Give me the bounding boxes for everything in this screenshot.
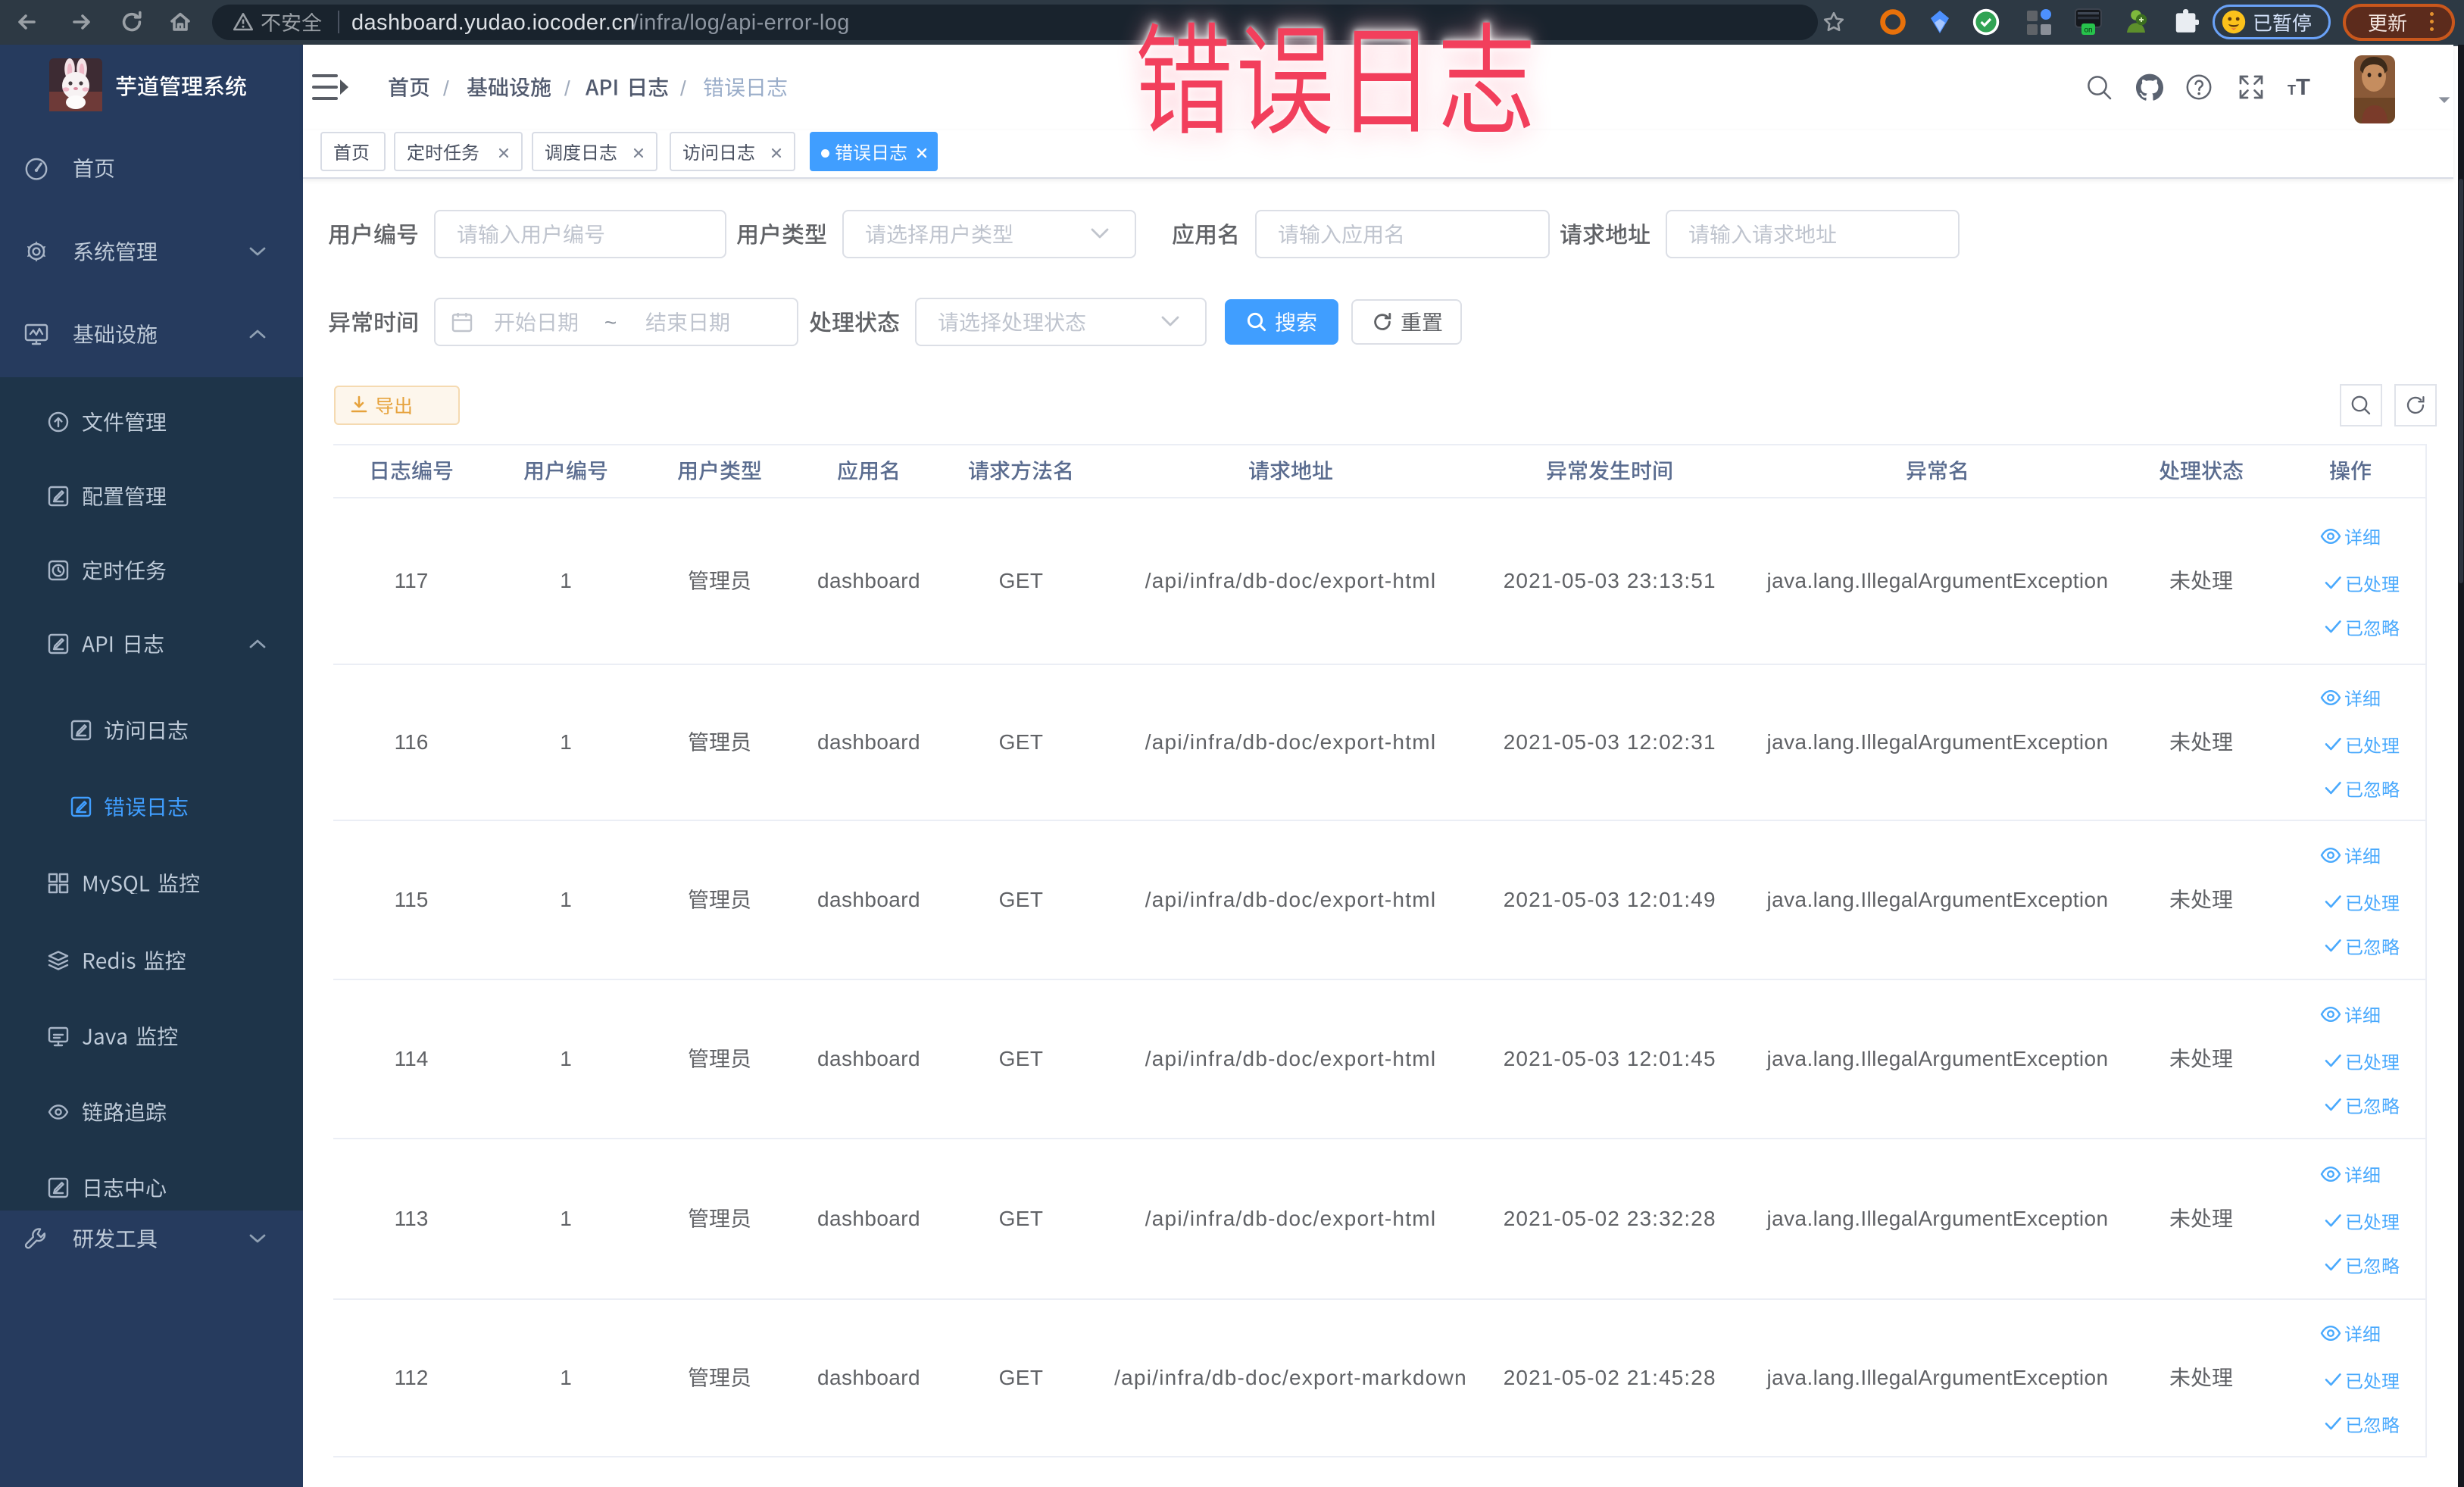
svg-text:on: on xyxy=(2084,27,2092,35)
